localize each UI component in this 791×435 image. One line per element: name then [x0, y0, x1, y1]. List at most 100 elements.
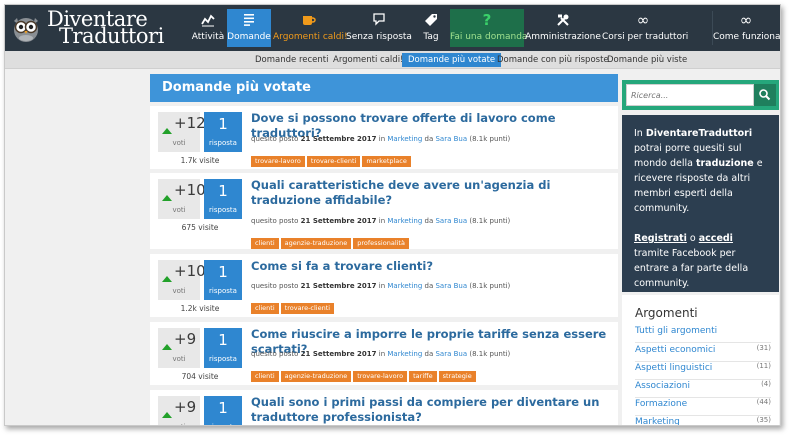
- list-icon: [227, 10, 271, 30]
- vote-box: +10 voti: [158, 260, 206, 300]
- tag-chip[interactable]: clienti: [251, 238, 279, 249]
- vote-count: +12: [174, 114, 206, 132]
- tag-chip[interactable]: agenzie-traduzione: [280, 371, 352, 382]
- question-meta: quesito posto 21 Settembre 2017 in Marke…: [251, 350, 511, 358]
- search-button[interactable]: [754, 84, 776, 106]
- login-link[interactable]: accedi: [699, 233, 733, 244]
- sub-navigation-bar: Domande recenti Argomenti caldi! Domande…: [5, 51, 780, 69]
- category-link[interactable]: Marketing: [387, 282, 422, 290]
- answer-count: 1: [218, 115, 228, 133]
- question-date: 21 Settembre 2017: [300, 282, 377, 290]
- vote-box: +12 voti: [158, 112, 206, 152]
- nav-domande[interactable]: Domande: [227, 9, 271, 47]
- tag-chip[interactable]: professionalità: [353, 238, 409, 249]
- browser-frame: Diventare Traduttori Attività Domande Ar…: [4, 4, 781, 426]
- tag-list: clienti trovare-clienti: [251, 295, 336, 314]
- question-meta: quesito posto 21 Settembre 2017 in Marke…: [251, 282, 511, 290]
- divider: [635, 361, 771, 362]
- infinity-icon: ∞: [739, 11, 753, 29]
- tag-chip[interactable]: marketplace: [362, 156, 411, 167]
- vote-label: voti: [172, 287, 186, 295]
- vote-count: +9: [174, 330, 197, 348]
- tag-chip[interactable]: trovare-clienti: [306, 156, 361, 167]
- vote-up-icon[interactable]: [162, 412, 172, 418]
- category-link[interactable]: Marketing: [387, 350, 422, 358]
- question-title-link[interactable]: Come si fa a trovare clienti?: [251, 259, 611, 274]
- question-date: 21 Settembre 2017: [300, 135, 377, 143]
- tag-chip[interactable]: trovare-lavoro: [353, 371, 408, 382]
- nav-tag[interactable]: Tag: [414, 9, 448, 47]
- nav-argomenti-caldi[interactable]: Argomenti caldi!: [273, 9, 348, 47]
- answer-box[interactable]: 1 risposta: [204, 179, 242, 219]
- vote-up-icon[interactable]: [162, 128, 172, 134]
- vote-up-icon[interactable]: [162, 195, 172, 201]
- vote-label: voti: [172, 206, 186, 214]
- search-input[interactable]: [626, 84, 754, 106]
- tools-icon: [525, 10, 601, 30]
- question-item: +10 voti 1 risposta 675 visite Quali car…: [150, 173, 618, 249]
- subnav-argomenti-caldi[interactable]: Argomenti caldi!: [327, 53, 409, 67]
- vote-up-icon[interactable]: [162, 276, 172, 282]
- tag-icon: [414, 10, 448, 30]
- community-info-box: In DiventareTraduttori potrai porre ques…: [622, 115, 779, 292]
- question-title-link[interactable]: Quali caratteristiche deve avere un'agen…: [251, 178, 611, 208]
- tag-chip[interactable]: trovare-lavoro: [251, 156, 305, 167]
- nav-amministrazione[interactable]: Amministrazione: [525, 9, 601, 47]
- question-item: +9 voti 1 risposta Quali sono i primi pa…: [150, 390, 618, 425]
- author-link[interactable]: Sara Bua: [435, 135, 467, 143]
- categories-title: Argomenti: [635, 306, 698, 320]
- register-link[interactable]: Registrati: [634, 233, 687, 244]
- category-link[interactable]: Marketing: [387, 135, 422, 143]
- page-title: Domande più votate: [162, 80, 311, 95]
- list-header: Domande più votate: [150, 74, 618, 102]
- subnav-domande-recenti[interactable]: Domande recenti: [249, 53, 334, 67]
- nav-fai-una-domanda[interactable]: ? Fai una domanda: [450, 9, 527, 47]
- divider: [635, 379, 771, 380]
- answer-box[interactable]: 1 risposta: [204, 112, 242, 152]
- search-icon: [759, 89, 771, 101]
- category-link[interactable]: Marketing: [387, 217, 422, 225]
- question-title-link[interactable]: Quali sono i primi passi da compiere per…: [251, 395, 611, 425]
- question-item: +10 voti 1 risposta 1.2k visite Come si …: [150, 254, 618, 317]
- subnav-domande-piu-viste[interactable]: Domande più viste: [601, 53, 693, 67]
- answer-label: risposta: [209, 139, 237, 147]
- answer-label: risposta: [209, 206, 237, 214]
- tag-chip[interactable]: clienti: [251, 371, 279, 382]
- infinity-icon: ∞: [636, 11, 650, 29]
- answer-box[interactable]: 1 risposta: [204, 396, 242, 425]
- tag-chip[interactable]: agenzie-traduzione: [280, 238, 352, 249]
- category-item[interactable]: Marketing (35): [635, 416, 771, 425]
- question-date: 21 Settembre 2017: [300, 350, 377, 358]
- search-box: [622, 80, 779, 110]
- logo-text-line2: Traduttori: [59, 24, 164, 48]
- subnav-domande-con-piu-risposte[interactable]: Domande con più risposte: [491, 53, 615, 67]
- question-date: 21 Settembre 2017: [300, 217, 377, 225]
- tag-chip[interactable]: strategie: [438, 371, 476, 382]
- answer-count: 1: [218, 331, 228, 349]
- nav-corsi-per-traduttori[interactable]: ∞ Corsi per traduttori: [602, 9, 688, 47]
- answer-box[interactable]: 1 risposta: [204, 328, 242, 368]
- nav-senza-risposta[interactable]: Senza risposta: [346, 9, 412, 47]
- subnav-domande-piu-votate[interactable]: Domande più votate: [402, 53, 502, 67]
- question-list-panel: Domande più votate +12 voti 1 risposta 1…: [150, 74, 618, 425]
- tag-chip[interactable]: tariffe: [409, 371, 437, 382]
- answer-count: 1: [218, 399, 228, 417]
- question-meta: quesito posto 21 Settembre 2017 in Marke…: [251, 217, 511, 225]
- author-link[interactable]: Sara Bua: [435, 350, 467, 358]
- answer-count: 1: [218, 263, 228, 281]
- nav-come-funziona[interactable]: ∞ Come funziona: [713, 9, 780, 47]
- vote-count: +10: [174, 262, 206, 280]
- divider: [635, 415, 771, 416]
- author-link[interactable]: Sara Bua: [435, 282, 467, 290]
- nav-attivita[interactable]: Attività: [189, 9, 227, 47]
- author-link[interactable]: Sara Bua: [435, 217, 467, 225]
- view-count: 675 visite: [181, 223, 219, 232]
- view-count: 704 visite: [181, 372, 219, 381]
- tag-chip[interactable]: trovare-clienti: [280, 303, 335, 314]
- vote-up-icon[interactable]: [162, 344, 172, 350]
- vote-count: +9: [174, 398, 197, 416]
- tag-chip[interactable]: clienti: [251, 303, 279, 314]
- answer-box[interactable]: 1 risposta: [204, 260, 242, 300]
- vote-box: +9 voti: [158, 396, 200, 425]
- site-logo[interactable]: Diventare Traduttori: [5, 5, 185, 51]
